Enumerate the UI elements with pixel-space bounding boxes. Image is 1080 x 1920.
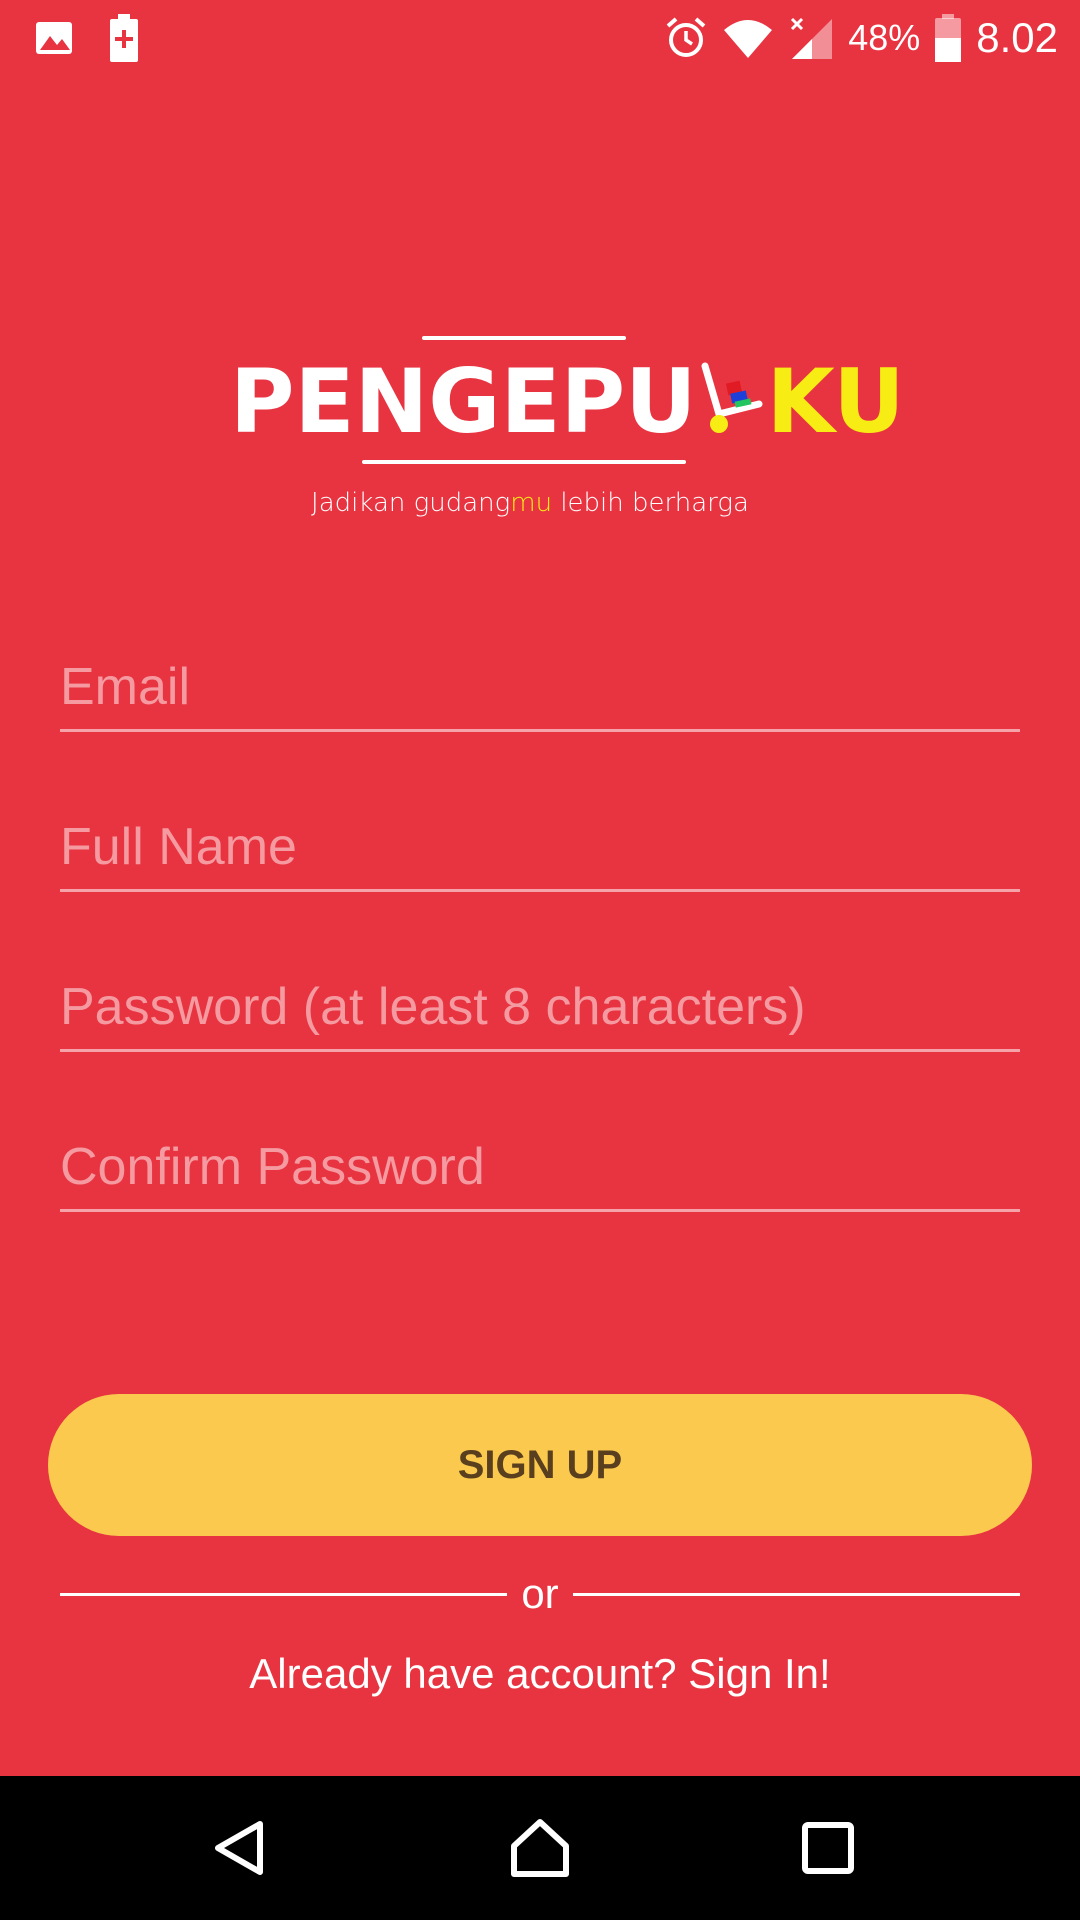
email-field[interactable]: [60, 632, 1020, 729]
tagline-text: Jadikan gudang: [311, 488, 511, 518]
signal-icon: [788, 15, 834, 61]
fullname-field[interactable]: [60, 792, 1020, 889]
hand-truck-icon: [699, 360, 765, 440]
password-field[interactable]: [60, 952, 1020, 1049]
or-divider: or: [60, 1568, 1021, 1620]
fullname-field-container: [60, 792, 1020, 892]
or-label: or: [521, 1570, 559, 1617]
battery-percent: 48%: [848, 17, 921, 58]
clock: 8.02: [976, 14, 1058, 61]
divider-line-left: [60, 1592, 508, 1596]
status-bar: 48% 8.02: [0, 0, 1080, 76]
email-field-container: [60, 632, 1020, 732]
confirm-password-field[interactable]: [60, 1112, 1020, 1209]
logo-brand-part2: KU: [766, 350, 905, 453]
home-button[interactable]: [500, 1810, 580, 1890]
logo: PENGEPU KU Jadikan gudangmu lebih berharg…: [180, 270, 905, 600]
logo-line-bottom: [362, 460, 686, 464]
home-icon: [508, 1816, 572, 1885]
signin-link[interactable]: Already have account? Sign In!: [0, 1650, 1080, 1698]
logo-brand-part1: PENGEPU: [230, 350, 697, 453]
battery-saver-icon: [108, 14, 140, 62]
tagline-text-end: lebih berharga: [552, 488, 749, 518]
back-button[interactable]: [200, 1810, 280, 1890]
confirm-password-field-container: [60, 1112, 1020, 1212]
tagline: Jadikan gudangmu lebih berharga: [180, 488, 880, 518]
recents-button[interactable]: [788, 1810, 868, 1890]
wifi-icon: [722, 16, 774, 60]
alarm-icon: [664, 16, 708, 60]
gallery-icon: [34, 18, 74, 58]
navigation-bar: [0, 1776, 1080, 1920]
back-icon: [210, 1818, 270, 1883]
logo-line-top: [422, 336, 626, 340]
signup-button[interactable]: SIGN UP: [48, 1394, 1032, 1536]
password-field-container: [60, 952, 1020, 1052]
tagline-highlight: mu: [510, 488, 553, 518]
battery-icon: [934, 14, 962, 62]
recents-icon: [801, 1821, 855, 1880]
divider-line-right: [572, 1592, 1021, 1596]
logo-wordmark: PENGEPU KU: [230, 358, 905, 446]
